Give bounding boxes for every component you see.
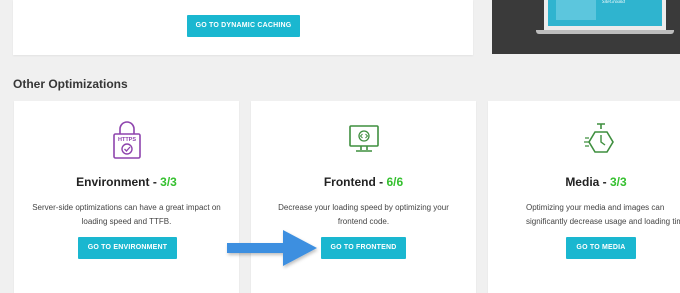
title-separator: - xyxy=(599,175,610,189)
laptop-screen: SiteGround xyxy=(544,0,666,30)
frontend-score: 6/6 xyxy=(386,175,404,189)
laptop-base xyxy=(536,30,674,34)
svg-text:HTTPS: HTTPS xyxy=(117,137,135,143)
promo-brand: SiteGround xyxy=(602,0,625,5)
go-to-frontend-button[interactable]: GO TO FRONTEND xyxy=(321,237,406,259)
frontend-title-text: Frontend xyxy=(323,175,376,189)
media-description: Optimizing your media and images can sig… xyxy=(488,201,680,229)
media-description-text: Optimizing your media and images can sig… xyxy=(526,203,680,226)
stopwatch-icon xyxy=(584,123,614,153)
https-lock-icon: HTTPS xyxy=(112,121,141,159)
environment-title-text: Environment xyxy=(76,175,150,189)
media-title: Media - 3/3 xyxy=(488,175,680,189)
monitor-code-icon xyxy=(348,125,379,152)
environment-description: Server-side optimizations can have a gre… xyxy=(32,203,221,226)
media-card: Media - 3/3 Optimizing your media and im… xyxy=(488,101,680,293)
pointer-arrow-icon xyxy=(227,230,317,266)
go-to-environment-button[interactable]: GO TO ENVIRONMENT xyxy=(78,237,177,259)
title-separator: - xyxy=(149,175,161,189)
title-separator: - xyxy=(375,175,387,189)
dynamic-caching-card: GO TO DYNAMIC CACHING xyxy=(13,0,473,55)
frontend-title: Frontend - 6/6 xyxy=(251,175,476,189)
go-to-media-button[interactable]: GO TO MEDIA xyxy=(566,237,636,259)
environment-title: Environment - 3/3 xyxy=(14,175,239,189)
environment-card: HTTPS Environment - 3/3 Server-side opti… xyxy=(14,101,239,293)
frontend-description: Decrease your loading speed by optimizin… xyxy=(278,203,449,226)
screen-panel xyxy=(556,0,596,20)
go-to-dynamic-caching-button[interactable]: GO TO DYNAMIC CACHING xyxy=(187,15,300,37)
media-title-text: Media xyxy=(565,175,600,189)
media-score: 3/3 xyxy=(610,175,627,189)
promo-image: SiteGround xyxy=(492,0,680,54)
environment-score: 3/3 xyxy=(160,175,177,189)
section-title: Other Optimizations xyxy=(13,77,128,91)
